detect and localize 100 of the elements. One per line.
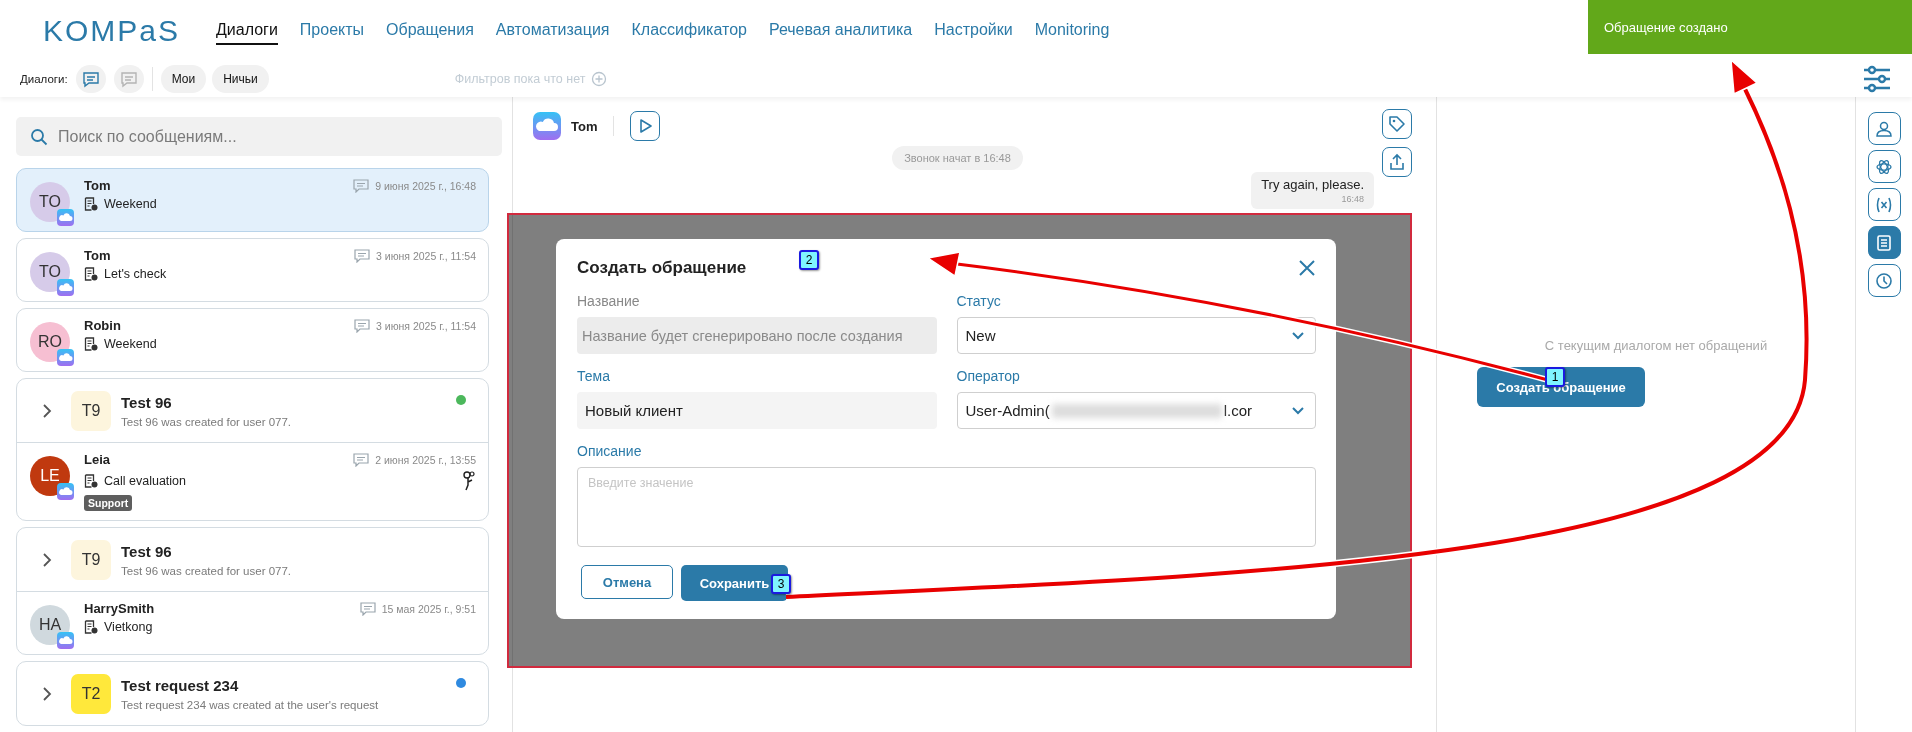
dialog-card[interactable]: T9 Test 96 Test 96 was created for user 077. LE Leia 2 июня 2025 г., 13:55 Call evaluation Support: [16, 378, 489, 521]
field-label: Описание: [577, 443, 643, 459]
topic-text: Weekend: [104, 337, 157, 351]
cloud-phone-icon: [57, 349, 74, 366]
nav-tab[interactable]: Классификатор: [631, 16, 747, 45]
person-icon: [1875, 119, 1893, 138]
settings-icon[interactable]: [1862, 65, 1892, 93]
nav-tab[interactable]: Проекты: [299, 16, 365, 45]
filter-chip[interactable]: Ничьи: [212, 65, 269, 93]
cloud-phone-icon: [57, 483, 74, 500]
date-text: 3 июня 2025 г., 11:54: [376, 249, 476, 262]
nav-tab[interactable]: Автоматизация: [495, 16, 610, 45]
play-icon: [637, 118, 654, 134]
topic-text: Let's check: [104, 267, 167, 281]
avatar: TO: [30, 252, 70, 292]
group-avatar: T9: [71, 390, 111, 431]
contact-name: Tom: [84, 178, 112, 193]
text-field[interactable]: Новый клиент: [577, 392, 937, 429]
dialog-card[interactable]: TO Tom 9 июня 2025 г., 16:48 Weekend: [16, 168, 489, 232]
contact-name: Tom: [571, 118, 598, 134]
dialog-card[interactable]: TO Tom 3 июня 2025 г., 11:54 Let's check: [16, 238, 489, 302]
contact-name: Tom: [84, 248, 112, 263]
dialog-card[interactable]: T9 Test 96 Test 96 was created for user 077. HA HarrySmith 15 мая 2025 г., 9:51 Vietkong: [16, 527, 489, 655]
date-text: 2 июня 2025 г., 13:55: [375, 453, 476, 466]
play-button[interactable]: [630, 111, 661, 141]
requests-button[interactable]: [1867, 226, 1901, 259]
field-label: Статус: [956, 293, 1002, 309]
cloud-phone-icon: [57, 279, 74, 296]
group-title: Test request 234: [121, 676, 240, 694]
clock-icon: [1875, 271, 1893, 290]
group-title: Test 96: [121, 542, 173, 560]
chevron-down-icon: [1291, 330, 1305, 341]
avatar: RO: [30, 322, 70, 362]
nav-tab[interactable]: Диалоги: [216, 16, 278, 45]
field-label: Оператор: [956, 368, 1021, 384]
nav-tab[interactable]: Обращения: [386, 16, 474, 45]
callout-number: 1: [1545, 367, 1565, 387]
chevron-down-icon: [1291, 405, 1305, 416]
topic-text: Vietkong: [104, 620, 153, 634]
nav-tab[interactable]: Речевая аналитика: [768, 16, 913, 45]
avatar: LE: [30, 456, 70, 496]
empty-state-text: С текущим диалогом нет обращений: [1544, 338, 1768, 353]
group-subtitle: Test 96 was created for user 077.: [121, 564, 292, 577]
profile-button[interactable]: [1867, 112, 1901, 145]
filter-label: Диалоги:: [20, 73, 68, 85]
cloud-phone-icon: [533, 112, 561, 140]
tag-icon: [1388, 115, 1406, 133]
field-label: Название: [577, 293, 641, 309]
document-icon: [84, 197, 98, 211]
search-field[interactable]: Поиск по сообщениям...: [16, 117, 502, 156]
document-icon: [84, 620, 98, 634]
dialog-card[interactable]: RO Robin 3 июня 2025 г., 11:54 Weekend: [16, 308, 489, 372]
description-field[interactable]: Введите значение: [577, 467, 1316, 547]
contact-name: Robin: [84, 318, 122, 333]
document-icon: [84, 474, 98, 488]
tag-label: Support: [84, 495, 133, 511]
chat-icon: [354, 318, 370, 333]
topic-text: Weekend: [104, 197, 157, 211]
variable-icon: [1875, 195, 1893, 214]
chat-icon: [81, 70, 100, 88]
avatar: HA: [30, 605, 70, 645]
cloud-phone-icon: [57, 209, 74, 226]
chat-filter-button[interactable]: [75, 65, 106, 93]
dialog-card[interactable]: T2 Test request 234 Test request 234 was created at the user's request: [16, 661, 489, 726]
chat-icon: [359, 601, 376, 616]
contact-name: HarrySmith: [84, 601, 156, 616]
date-text: 9 июня 2025 г., 16:48: [375, 179, 476, 192]
dialog-title: Создать обращение: [577, 258, 747, 278]
topic-text: Call evaluation: [104, 474, 186, 488]
toast-notification: Обращение создано: [1588, 0, 1912, 54]
message-bubble: Try again, please. 16:48: [1251, 172, 1374, 209]
history-button[interactable]: [1867, 264, 1901, 297]
ai-button[interactable]: [1867, 150, 1901, 183]
group-title: Test 96: [121, 393, 173, 411]
group-avatar: T2: [71, 673, 111, 714]
upload-icon: [1388, 153, 1406, 171]
chevron-right-icon[interactable]: [41, 550, 53, 569]
chevron-right-icon[interactable]: [41, 684, 53, 703]
date-text: 3 июня 2025 г., 11:54: [376, 319, 476, 332]
select-field[interactable]: User-Admin( l.cor: [956, 392, 1316, 429]
document-icon: [84, 267, 98, 281]
cloud-phone-icon: [57, 632, 74, 649]
nav-tab[interactable]: Monitoring: [1034, 16, 1110, 45]
group-subtitle: Test request 234 was created at the user's request: [121, 698, 379, 711]
chat-icon: [119, 70, 138, 88]
group-avatar: T9: [71, 539, 111, 580]
tag-button[interactable]: [1382, 109, 1412, 139]
callout-number: 2: [799, 250, 819, 270]
close-icon[interactable]: [1298, 259, 1316, 277]
system-note: Звонок начат в 16:48: [892, 146, 1023, 170]
callout-number: 3: [771, 574, 791, 594]
select-field[interactable]: New: [956, 317, 1316, 354]
avatar: TO: [30, 182, 70, 222]
chevron-right-icon[interactable]: [41, 401, 53, 420]
nav-tab[interactable]: Настройки: [934, 16, 1013, 45]
share-button[interactable]: [1382, 147, 1412, 177]
cancel-button[interactable]: Отмена: [581, 565, 673, 599]
chat-icon: [353, 178, 370, 193]
variables-button[interactable]: [1867, 188, 1901, 221]
filter-chip[interactable]: Мои: [160, 65, 207, 93]
